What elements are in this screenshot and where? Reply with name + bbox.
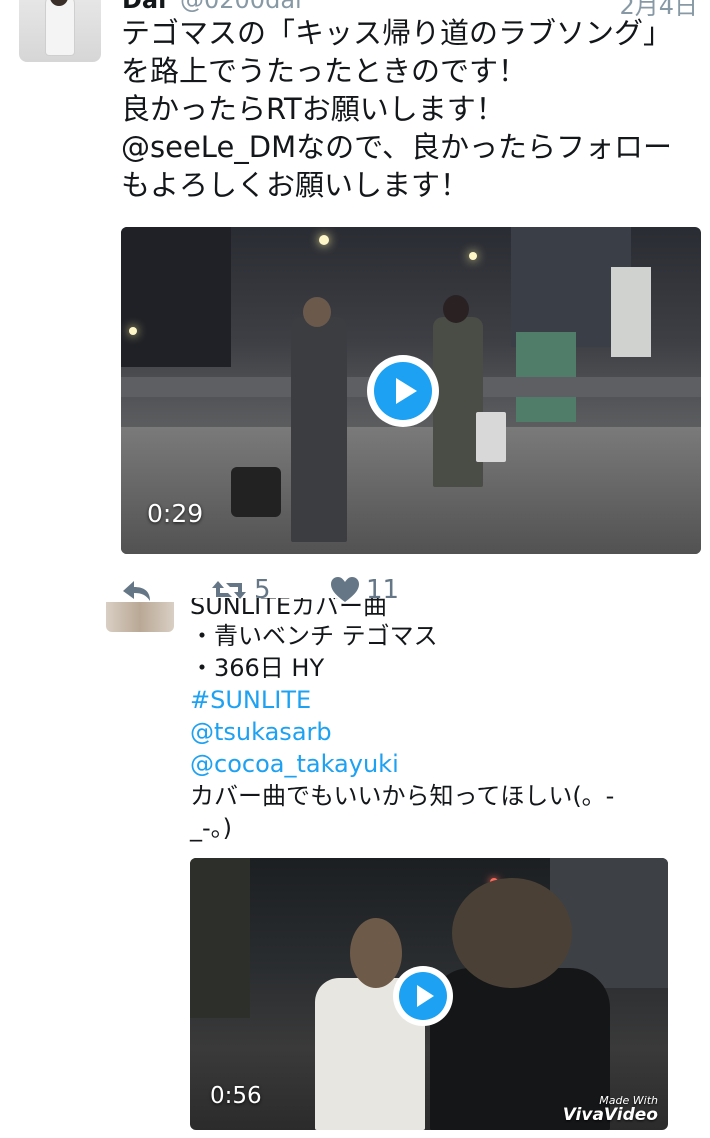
avatar-person-figure: [45, 0, 75, 56]
tweet-text-line: もよろしくお願いします！: [121, 168, 470, 202]
play-button[interactable]: [367, 355, 439, 427]
video-player[interactable]: 0:56 Made With VivaVideo: [190, 858, 668, 1130]
avatar[interactable]: [106, 602, 174, 632]
tweet-text-line: テゴマスの「キッス帰り道のラブソング」: [121, 16, 673, 50]
play-button[interactable]: [393, 966, 453, 1026]
play-icon: [417, 985, 434, 1007]
user-handle[interactable]: @0200dai: [180, 0, 302, 14]
tweet-text-line: を路上でうたったときのです！: [121, 54, 528, 88]
reply-button[interactable]: [120, 575, 154, 605]
scene-sign-pole: [611, 267, 651, 357]
scene-bag: [476, 412, 506, 462]
scene-person-head: [443, 295, 469, 323]
video-duration: 0:56: [210, 1083, 262, 1109]
display-name[interactable]: Dai: [122, 0, 166, 14]
play-icon: [395, 378, 417, 404]
scene-light: [129, 327, 137, 335]
tweet-text: テゴマスの「キッス帰り道のラブソング」 を路上でうたったときのです！ 良かったら…: [121, 14, 701, 204]
scene-building: [121, 227, 231, 367]
play-button-inner: [399, 972, 447, 1020]
reply-icon: [123, 581, 150, 601]
scene-light: [319, 235, 329, 245]
hashtag-link[interactable]: #SUNLITE: [190, 684, 690, 716]
play-button-inner: [374, 362, 432, 420]
tweet-text-line-cut: SUNLITEカバー曲: [190, 598, 388, 620]
mention-link[interactable]: @tsukasarb: [190, 716, 690, 748]
tweet-text-line: カバー曲でもいいから知ってほしい(。-: [190, 782, 615, 810]
scene-person-head: [303, 297, 331, 327]
watermark-brand: VivaVideo: [562, 1105, 658, 1125]
video-duration: 0:29: [147, 499, 204, 528]
tweet-text-line: ・青いベンチ テゴマス: [190, 622, 438, 650]
tweet-text-line: _-。): [190, 814, 233, 842]
scene-building: [190, 858, 250, 1018]
scene-light: [469, 252, 477, 260]
scene-person: [291, 317, 347, 542]
mention-link[interactable]: @cocoa_takayuki: [190, 748, 690, 780]
scene-pavement: [121, 427, 701, 554]
video-player[interactable]: 0:29: [121, 227, 701, 554]
tweet-text-line: 良かったらRTお願いします！: [121, 92, 505, 126]
avatar[interactable]: [19, 0, 101, 62]
watermark: Made With VivaVideo: [562, 1094, 658, 1125]
scene-person: [433, 317, 483, 487]
tweet-text-line: @seeLe_DMなので、良かったらフォロー: [121, 130, 672, 164]
scene-person-head: [350, 918, 402, 988]
scene-person-head: [452, 878, 572, 988]
tweet-text-line: ・366日 HY: [190, 654, 325, 682]
tweet-text-line: SUNLITEカバー曲: [190, 598, 387, 620]
scene-luggage: [231, 467, 281, 517]
